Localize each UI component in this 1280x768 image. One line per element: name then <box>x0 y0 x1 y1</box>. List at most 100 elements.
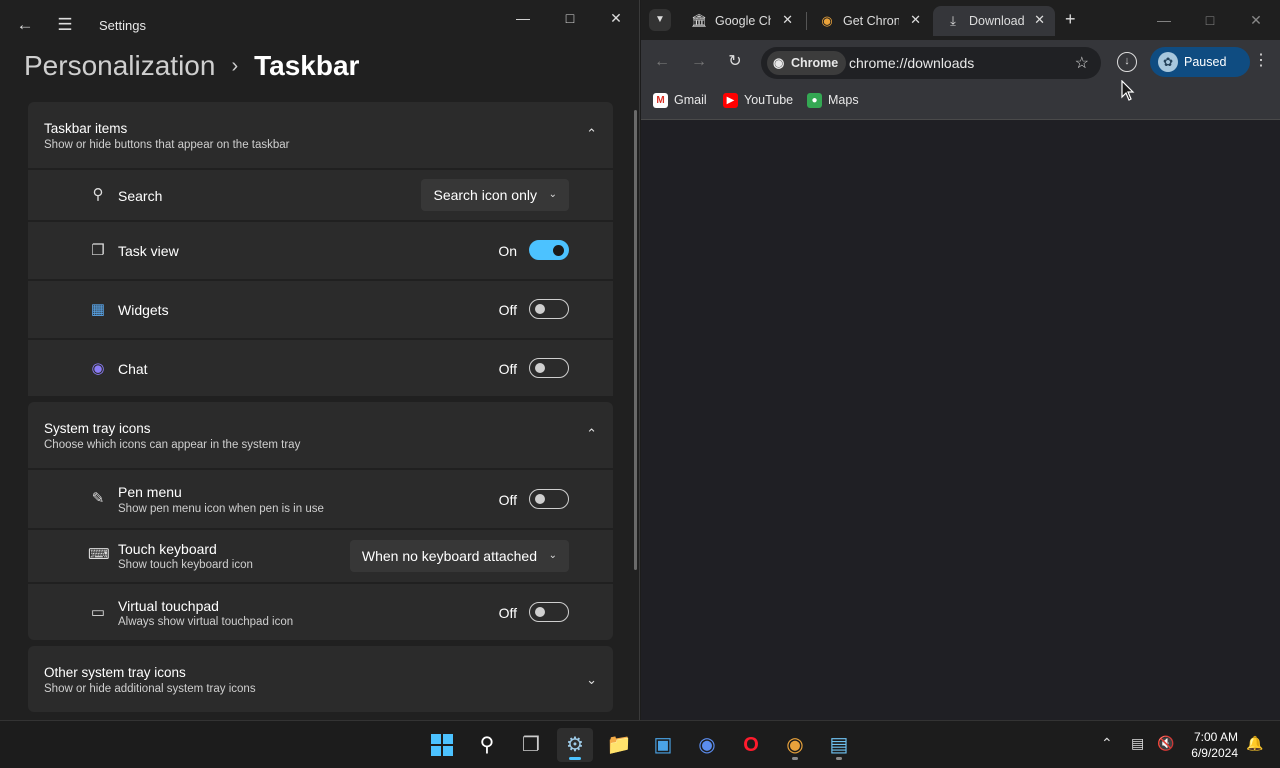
chevron-up-icon[interactable]: ⌃ <box>586 126 597 142</box>
dropdown-value: Search icon only <box>433 187 537 203</box>
browser-toolbar: ← → ↻ ◉ Chrome chrome://downloads ☆ ↓ ✿ … <box>641 40 1280 84</box>
close-button[interactable]: ✕ <box>593 6 639 30</box>
pen-menu-toggle[interactable] <box>529 489 569 509</box>
chip-label: Chrome <box>791 56 839 70</box>
virtual-touchpad-toggle[interactable] <box>529 602 569 622</box>
search-icon[interactable]: ⚲ <box>469 728 505 762</box>
dropdown-value: When no keyboard attached <box>361 548 537 564</box>
system-tray-icons-header[interactable]: System tray icons Choose which icons can… <box>28 402 613 468</box>
widgets-icon: ▦ <box>90 301 106 318</box>
tab-title: Download <box>969 14 1025 28</box>
url-text[interactable]: chrome://downloads <box>849 55 974 71</box>
chrome-icon[interactable]: ◉ <box>777 728 813 762</box>
new-tab-icon[interactable]: + <box>1065 9 1076 30</box>
task-view-icon[interactable]: ❐ <box>513 728 549 762</box>
setting-label: Virtual touchpad <box>118 598 219 614</box>
setting-label: Chat <box>118 361 148 377</box>
close-tab-icon[interactable]: ✕ <box>910 12 921 28</box>
bookmark-label: YouTube <box>744 93 794 107</box>
address-bar[interactable]: ◉ Chrome chrome://downloads ☆ <box>761 47 1101 79</box>
start-icon[interactable] <box>424 728 460 762</box>
chevron-up-icon[interactable]: ⌃ <box>1101 735 1113 752</box>
minimize-button[interactable]: — <box>1141 8 1187 32</box>
tab-strip: ▼ 🏛 Google Ch ✕ ◉ Get Chron ✕ ⤓ Download… <box>641 0 1280 40</box>
tab-search-icon[interactable]: ▼ <box>649 9 671 31</box>
setting-label: Pen menu <box>118 484 182 500</box>
setting-label: Search <box>118 188 163 204</box>
task-view-setting-row: ❐ Task view On <box>28 222 613 279</box>
tab-google-ch[interactable]: 🏛 Google Ch ✕ <box>679 6 803 36</box>
institution-icon: 🏛 <box>691 13 708 28</box>
downloads-icon[interactable]: ↓ <box>1117 52 1137 72</box>
chat-setting-row: ◉ Chat Off <box>28 340 613 396</box>
maximize-button[interactable]: □ <box>1187 8 1233 32</box>
close-tab-icon[interactable]: ✕ <box>1034 12 1045 28</box>
opera-icon[interactable]: O <box>733 728 769 762</box>
widgets-toggle[interactable] <box>529 299 569 319</box>
task-view-icon: ❐ <box>91 242 105 259</box>
other-tray-icons-header[interactable]: Other system tray icons Show or hide add… <box>28 646 613 712</box>
scrollbar[interactable] <box>634 110 637 570</box>
mouse-cursor-icon <box>1121 80 1135 101</box>
bookmark-youtube[interactable]: ▶ YouTube <box>723 93 794 108</box>
hamburger-menu-icon[interactable]: ☰ <box>54 14 76 36</box>
minimize-button[interactable]: — <box>500 6 546 30</box>
search-mode-dropdown[interactable]: Search icon only ⌄ <box>421 179 569 211</box>
settings-titlebar: ← ☰ Settings — □ ✕ <box>0 0 639 48</box>
maps-icon: ● <box>807 93 822 108</box>
group-title: Other system tray icons <box>44 665 186 680</box>
star-bookmark-icon[interactable]: ☆ <box>1075 53 1089 73</box>
tab-get-chrome[interactable]: ◉ Get Chron ✕ <box>807 6 931 36</box>
toggle-state-text: Off <box>498 605 517 621</box>
clock[interactable]: 7:00 AM 6/9/2024 <box>1178 729 1238 761</box>
breadcrumb-personalization[interactable]: Personalization <box>24 50 215 82</box>
file-explorer-icon[interactable]: 📁 <box>601 728 637 762</box>
profile-label: Paused <box>1184 55 1227 69</box>
toggle-state-text: Off <box>498 361 517 377</box>
group-subtitle: Show or hide buttons that appear on the … <box>44 139 290 151</box>
taskbar-items-header[interactable]: Taskbar items Show or hide buttons that … <box>28 102 613 168</box>
group-subtitle: Show or hide additional system tray icon… <box>44 683 256 695</box>
virtual-touchpad-setting-row: ▭ Virtual touchpad Always show virtual t… <box>28 584 613 640</box>
reload-icon[interactable]: ↻ <box>725 52 745 72</box>
chrome-site-chip[interactable]: ◉ Chrome <box>767 51 847 75</box>
notepad-icon[interactable]: ▤ <box>821 728 857 762</box>
forward-arrow-icon[interactable]: → <box>689 52 709 72</box>
volume-muted-icon[interactable]: 🔇 <box>1157 735 1174 752</box>
pen-menu-setting-row: ✎ Pen menu Show pen menu icon when pen i… <box>28 470 613 528</box>
settings-icon[interactable]: ⚙ <box>557 728 593 762</box>
profile-paused-button[interactable]: ✿ Paused <box>1150 47 1250 77</box>
task-view-toggle[interactable] <box>529 240 569 260</box>
group-title: Taskbar items <box>44 121 128 136</box>
bookmark-gmail[interactable]: M Gmail <box>653 93 707 108</box>
windows-taskbar: ⚲ ❐ ⚙ 📁 ▣ ◉ O ◉ ▤ ⌃ ▤ 🔇 7:00 AM 6/9/2024… <box>0 720 1280 768</box>
widgets-setting-row: ▦ Widgets Off <box>28 281 613 338</box>
clock-time: 7:00 AM <box>1193 730 1238 744</box>
close-button[interactable]: ✕ <box>1233 8 1279 32</box>
toggle-knob <box>553 244 564 256</box>
store-icon[interactable]: ▣ <box>645 728 681 762</box>
bookmark-maps[interactable]: ● Maps <box>807 93 859 108</box>
chevron-up-icon[interactable]: ⌃ <box>586 426 597 442</box>
running-indicator <box>569 757 581 760</box>
network-icon[interactable]: ▤ <box>1131 735 1144 752</box>
bookmark-label: Maps <box>828 93 859 107</box>
bookmarks-bar: M Gmail ▶ YouTube ● Maps <box>641 84 1280 120</box>
chromium-icon[interactable]: ◉ <box>689 728 725 762</box>
keyboard-icon: ⌨ <box>88 546 110 563</box>
back-arrow-icon[interactable]: ← <box>652 52 672 72</box>
chevron-down-icon[interactable]: ⌄ <box>586 672 597 688</box>
chat-toggle[interactable] <box>529 358 569 378</box>
setting-label: Task view <box>118 243 179 259</box>
back-arrow-icon[interactable]: ← <box>14 14 36 36</box>
page-title: Taskbar <box>254 50 360 81</box>
download-icon: ⤓ <box>950 13 956 28</box>
tab-title: Google Ch <box>715 14 771 28</box>
touch-keyboard-dropdown[interactable]: When no keyboard attached ⌄ <box>349 540 569 572</box>
more-menu-icon[interactable]: ⋮ <box>1253 50 1269 70</box>
maximize-button[interactable]: □ <box>547 6 593 30</box>
tab-downloads[interactable]: ⤓ Download ✕ <box>933 6 1055 36</box>
notification-bell-icon[interactable]: 🔔 <box>1246 735 1263 752</box>
close-tab-icon[interactable]: ✕ <box>782 12 793 28</box>
chevron-right-icon: › <box>231 54 239 77</box>
